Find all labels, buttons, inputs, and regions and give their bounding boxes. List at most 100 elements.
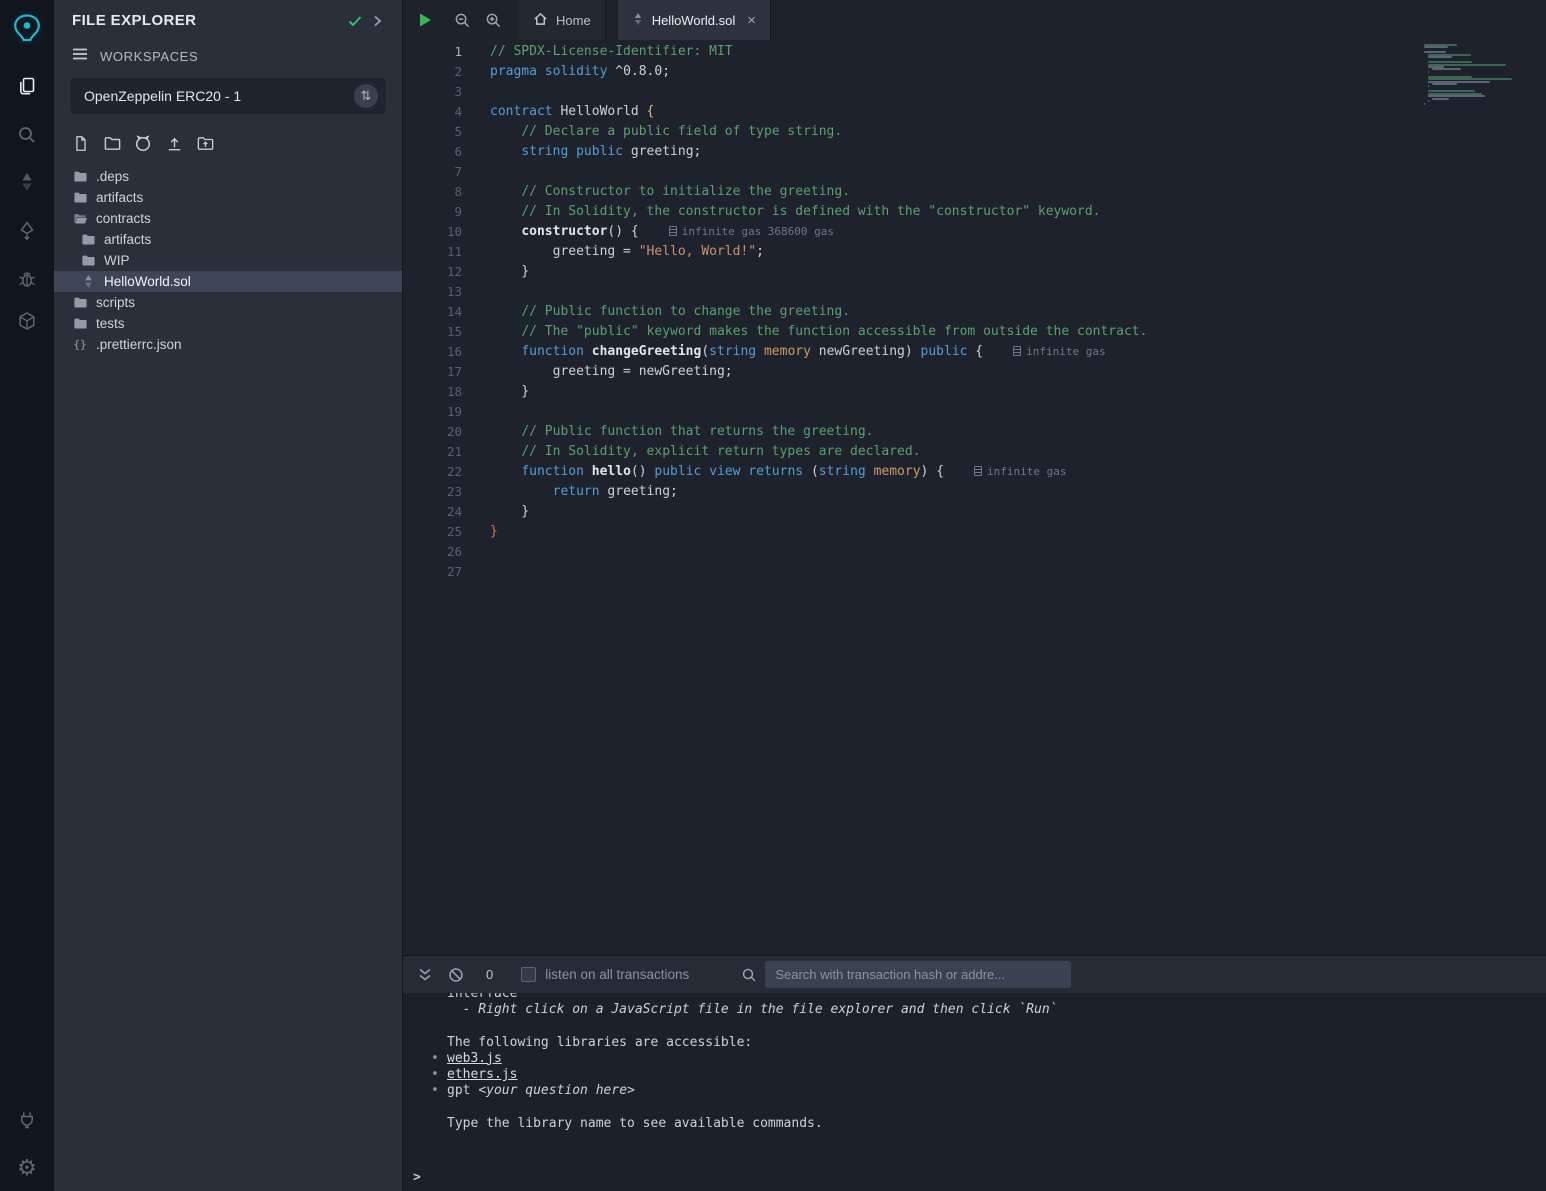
terminal-line: [411, 1099, 1546, 1115]
terminal-search-icon[interactable]: [741, 967, 757, 983]
folder-icon: [72, 295, 88, 311]
folder-icon: [72, 169, 88, 185]
tree-item-label: tests: [96, 316, 125, 331]
tree-item-label: scripts: [96, 295, 135, 310]
workspace-switch-icon[interactable]: ⇅: [354, 84, 378, 108]
tree-item[interactable]: artifacts: [54, 229, 402, 250]
tab-bar: Home HelloWorld.sol ×: [403, 0, 1546, 40]
bullet-icon: •: [431, 1051, 439, 1067]
code-line: 23 return greeting;: [403, 482, 1546, 502]
tree-item[interactable]: .deps: [54, 166, 402, 187]
terminal-link[interactable]: ethers.js: [447, 1067, 517, 1082]
line-number: 24: [403, 502, 462, 522]
tree-item-label: .deps: [96, 169, 129, 184]
bullet-icon: •: [431, 1083, 439, 1099]
line-number: 23: [403, 482, 462, 502]
folder-icon: [80, 253, 96, 269]
code-line: 15 // The "public" keyword makes the fun…: [403, 322, 1546, 342]
tab-helloworld-sol[interactable]: HelloWorld.sol ×: [618, 0, 771, 40]
code-line: 13: [403, 282, 1546, 302]
remix-ide-window: ⚙ FILE EXPLORER WORKSPACES OpenZeppelin …: [0, 0, 1546, 1191]
line-number: 7: [403, 162, 462, 182]
code-line: 1// SPDX-License-Identifier: MIT: [403, 42, 1546, 62]
line-number: 22: [403, 462, 462, 482]
line-number: 15: [403, 322, 462, 342]
workspace-select[interactable]: OpenZeppelin ERC20 - 1 ⇅: [70, 78, 386, 114]
tree-item[interactable]: tests: [54, 313, 402, 334]
chevron-right-icon[interactable]: [366, 14, 388, 28]
tree-item[interactable]: artifacts: [54, 187, 402, 208]
code-line: 12 }: [403, 262, 1546, 282]
debugger-icon[interactable]: [0, 259, 54, 299]
github-clone-icon[interactable]: [132, 132, 154, 154]
solidity-file-icon: [632, 12, 644, 29]
zoom-in-icon[interactable]: [478, 0, 509, 40]
folder-open-icon: [72, 211, 88, 227]
code-editor[interactable]: 1// SPDX-License-Identifier: MIT2pragma …: [403, 40, 1546, 955]
line-number: 25: [403, 522, 462, 542]
new-folder-icon[interactable]: [101, 132, 123, 154]
code-line: 16 function changeGreeting(string memory…: [403, 342, 1546, 362]
json-icon: {}: [72, 337, 88, 353]
code-line: 27: [403, 562, 1546, 582]
tree-item[interactable]: scripts: [54, 292, 402, 313]
line-number: 3: [403, 82, 462, 102]
accept-check-icon[interactable]: [344, 13, 366, 29]
file-explorer-icon[interactable]: [0, 66, 54, 106]
search-icon[interactable]: [0, 115, 54, 155]
code-line: 26: [403, 542, 1546, 562]
tree-item[interactable]: HelloWorld.sol: [54, 271, 402, 292]
plugins-icon[interactable]: [0, 301, 54, 341]
collapse-terminal-icon[interactable]: [417, 967, 433, 983]
terminal-link[interactable]: web3.js: [447, 1051, 502, 1066]
tree-item[interactable]: {}.prettierrc.json: [54, 334, 402, 355]
settings-icon[interactable]: ⚙: [0, 1148, 54, 1188]
terminal[interactable]: interface - Right click on a JavaScript …: [403, 993, 1546, 1191]
code-lines: 1// SPDX-License-Identifier: MIT2pragma …: [403, 40, 1546, 582]
listen-transactions-checkbox[interactable]: [521, 967, 536, 982]
code-line: 21 // In Solidity, explicit return types…: [403, 442, 1546, 462]
line-number: 4: [403, 102, 462, 122]
tree-item-label: contracts: [96, 211, 151, 226]
upload-folder-icon[interactable]: [194, 132, 216, 154]
workspaces-row: WORKSPACES: [54, 35, 402, 74]
line-number: 18: [403, 382, 462, 402]
pending-tx-count: 0: [486, 967, 493, 982]
code-line: 18 }: [403, 382, 1546, 402]
hamburger-icon[interactable]: [72, 47, 88, 66]
tree-item[interactable]: WIP: [54, 250, 402, 271]
solidity-compiler-icon[interactable]: [0, 162, 54, 202]
activity-bar: ⚙: [0, 0, 54, 1191]
tree-item-label: artifacts: [104, 232, 151, 247]
run-script-button[interactable]: [403, 0, 447, 40]
new-file-icon[interactable]: [70, 132, 92, 154]
code-line: 9 // In Solidity, the constructor is def…: [403, 202, 1546, 222]
remix-logo[interactable]: [7, 8, 47, 48]
gas-icon: [974, 466, 982, 476]
tab-home[interactable]: Home: [519, 0, 606, 40]
listen-transactions-label: listen on all transactions: [545, 967, 689, 982]
panel-header: FILE EXPLORER: [54, 0, 402, 35]
line-number: 12: [403, 262, 462, 282]
upload-file-icon[interactable]: [163, 132, 185, 154]
line-number: 9: [403, 202, 462, 222]
terminal-line: • web3.js: [411, 1051, 1546, 1067]
close-tab-icon[interactable]: ×: [747, 12, 756, 29]
code-line: 20 // Public function that returns the g…: [403, 422, 1546, 442]
plugin-manager-icon[interactable]: [0, 1100, 54, 1140]
tree-item[interactable]: contracts: [54, 208, 402, 229]
minimap[interactable]: [1424, 44, 1536, 110]
line-number: 27: [403, 562, 462, 582]
folder-icon: [72, 316, 88, 332]
zoom-out-icon[interactable]: [447, 0, 478, 40]
code-line: 11 greeting = "Hello, World!";: [403, 242, 1546, 262]
code-line: 17 greeting = newGreeting;: [403, 362, 1546, 382]
clear-console-icon[interactable]: [448, 967, 464, 983]
terminal-search-input[interactable]: [765, 961, 1071, 988]
terminal-prompt[interactable]: >: [413, 1170, 421, 1185]
code-line: 25}: [403, 522, 1546, 542]
line-number: 8: [403, 182, 462, 202]
solidity-icon: [80, 274, 96, 290]
deploy-run-icon[interactable]: [0, 211, 54, 251]
panel-title: FILE EXPLORER: [72, 12, 344, 29]
